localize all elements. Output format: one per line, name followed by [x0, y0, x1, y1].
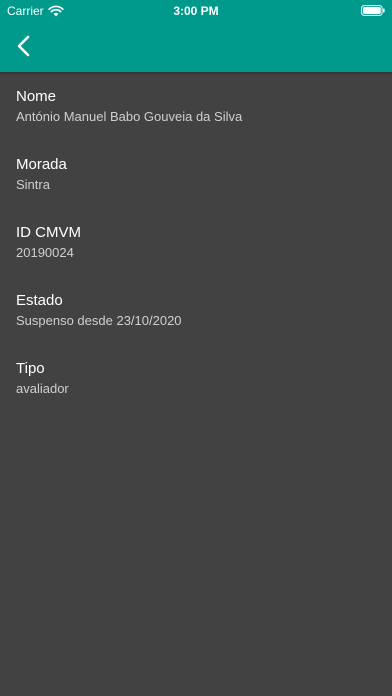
field-nome: Nome António Manuel Babo Gouveia da Silv… [16, 72, 376, 140]
field-value: 20190024 [16, 245, 74, 260]
details-list: Nome António Manuel Babo Gouveia da Silv… [16, 72, 376, 412]
field-label: Estado [16, 292, 63, 309]
field-label: Morada [16, 156, 67, 173]
field-value: António Manuel Babo Gouveia da Silva [16, 109, 243, 124]
status-bar: Carrier 3:00 PM [0, 0, 392, 22]
field-label: Nome [16, 88, 57, 105]
screen: Carrier 3:00 PM Nome António Manuel Babo… [0, 0, 392, 696]
field-label: Tipo [16, 360, 45, 377]
back-button[interactable] [9, 32, 37, 60]
field-id-cmvm: ID CMVM 20190024 [16, 208, 376, 276]
status-time: 3:00 PM [173, 4, 219, 18]
field-label: ID CMVM [16, 224, 81, 241]
battery-icon [361, 5, 385, 16]
field-value: Sintra [16, 177, 50, 192]
field-morada: Morada Sintra [16, 140, 376, 208]
field-value: Suspenso desde 23/10/2020 [16, 313, 182, 328]
field-value: avaliador [16, 381, 69, 396]
field-tipo: Tipo avaliador [16, 344, 376, 412]
field-estado: Estado Suspenso desde 23/10/2020 [16, 276, 376, 344]
chevron-left-icon [17, 35, 30, 57]
